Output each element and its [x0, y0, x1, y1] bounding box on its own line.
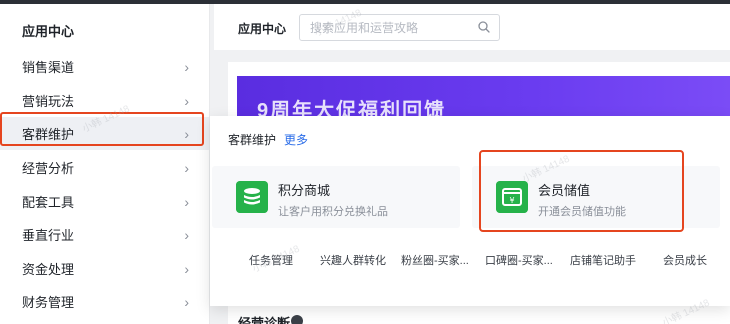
- info-icon[interactable]: [291, 315, 303, 324]
- sidebar-item-label: 配套工具: [22, 195, 75, 210]
- sidebar-item-label: 资金处理: [22, 262, 75, 277]
- card-name: 会员储值: [538, 183, 591, 198]
- chevron-right-icon: ›: [184, 226, 189, 243]
- popup-title: 客群维护: [228, 133, 277, 147]
- sidebar-item-label: 财务管理: [22, 295, 75, 310]
- sidebar-item-label: 客群维护: [22, 127, 75, 142]
- sidebar-item-vertical-industry[interactable]: 垂直行业 ›: [0, 218, 209, 251]
- app-card-member-deposit[interactable]: ¥ 会员储值 开通会员储值功能: [472, 166, 720, 228]
- link-interest-conversion[interactable]: 兴趣人群转化: [320, 252, 386, 268]
- chevron-right-icon: ›: [184, 260, 189, 277]
- section-title: 经营诊断: [238, 316, 291, 324]
- chevron-right-icon: ›: [184, 293, 189, 310]
- main-header: 应用中心: [214, 4, 730, 50]
- chevron-right-icon: ›: [184, 193, 189, 210]
- sidebar-item-finance[interactable]: 财务管理 ›: [0, 285, 209, 318]
- more-link[interactable]: 更多: [284, 131, 308, 148]
- chevron-right-icon: ›: [184, 159, 189, 176]
- chevron-right-icon: ›: [184, 58, 189, 75]
- banner-text: 9周年大促福利回馈: [257, 100, 447, 116]
- coins-stack-icon: [236, 181, 268, 213]
- card-name: 积分商城: [278, 183, 331, 198]
- link-reputation-circle[interactable]: 口碑圈-买家...: [485, 252, 553, 268]
- card-description: 让客户用积分兑换礼品: [278, 206, 388, 218]
- search-icon[interactable]: [478, 21, 490, 33]
- sidebar: 应用中心 销售渠道 › 营销玩法 › 客群维护 › 经营分析 › 配套工具 › …: [0, 4, 210, 324]
- sidebar-item-customer-care[interactable]: 客群维护 ›: [0, 117, 209, 150]
- sidebar-item-marketing[interactable]: 营销玩法 ›: [0, 84, 209, 117]
- sidebar-item-label: 营销玩法: [22, 94, 75, 109]
- category-popup: 客群维护 更多 积分商城 让客户用积分兑换礼品 ¥ 会员储值 开通会员储值功能 …: [210, 116, 730, 306]
- link-fan-circle[interactable]: 粉丝圈-买家...: [401, 252, 469, 268]
- promo-banner[interactable]: 9周年大促福利回馈: [237, 76, 730, 116]
- sidebar-item-sales-channel[interactable]: 销售渠道 ›: [0, 50, 209, 83]
- chevron-right-icon: ›: [184, 92, 189, 109]
- link-task-management[interactable]: 任务管理: [249, 252, 293, 268]
- search-input[interactable]: [300, 15, 465, 40]
- chevron-right-icon: ›: [184, 125, 189, 142]
- card-description: 开通会员储值功能: [538, 206, 626, 218]
- sidebar-item-funds[interactable]: 资金处理 ›: [0, 252, 209, 285]
- page-title: 应用中心: [238, 22, 287, 36]
- link-shop-notes[interactable]: 店铺笔记助手: [570, 252, 636, 268]
- link-member-growth[interactable]: 会员成长: [663, 252, 707, 268]
- wallet-yen-icon: ¥: [496, 181, 528, 213]
- search-box: [299, 14, 500, 41]
- sidebar-title: 应用中心: [22, 24, 75, 39]
- sidebar-item-label: 垂直行业: [22, 228, 75, 243]
- sidebar-item-analytics[interactable]: 经营分析 ›: [0, 151, 209, 184]
- sidebar-item-label: 经营分析: [22, 161, 75, 176]
- app-card-points-mall[interactable]: 积分商城 让客户用积分兑换礼品: [212, 166, 460, 228]
- svg-text:¥: ¥: [509, 196, 514, 205]
- sidebar-item-tools[interactable]: 配套工具 ›: [0, 185, 209, 218]
- sidebar-item-label: 销售渠道: [22, 60, 75, 75]
